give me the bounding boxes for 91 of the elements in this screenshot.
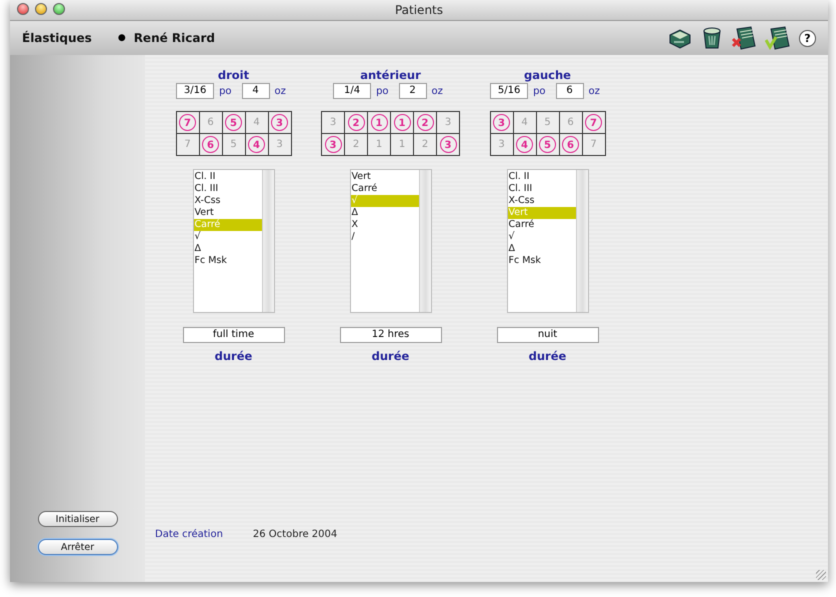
list-item[interactable]: Vert [194,207,262,219]
list-item[interactable]: √ [508,231,576,243]
zoom-button[interactable] [53,3,65,15]
tooth-number: 1 [374,138,384,152]
tooth-number: 2 [352,138,360,152]
unit-label: po [533,86,546,96]
tooth-number: 6 [566,116,575,130]
column-title: droit [218,68,250,82]
ounces-field[interactable]: 2 [398,83,427,99]
duration-label: durée [528,349,566,363]
list-item[interactable]: Vert [350,171,418,183]
tooth-cell[interactable]: 3 [268,134,290,155]
tooth-cell[interactable]: 5 [222,134,244,155]
tooth-cell[interactable]: 3 [322,112,344,133]
date-value: 26 Octobre 2004 [252,529,338,540]
list-item[interactable]: Cl. II [508,171,576,183]
close-button[interactable] [17,3,29,15]
tooth-number: 3 [275,138,284,152]
tooth-number: 4 [252,116,261,130]
tooth-number: 2 [420,138,430,152]
unit-label: po [376,86,389,96]
duration-field[interactable]: nuit [496,327,598,343]
list-item[interactable]: Carré [508,219,576,231]
column-title: antérieur [360,68,421,82]
tooth-number: 4 [520,116,529,130]
tooth-cell[interactable]: 1 [368,134,390,155]
tooth-number: 5 [543,116,552,130]
list-item[interactable]: Fc Msk [508,255,576,267]
list-item[interactable]: Δ [194,243,262,255]
ounces-field[interactable]: 4 [242,83,270,99]
tooth-cell[interactable]: 6 [200,112,222,133]
tooth-number: 5 [229,138,238,152]
list-item[interactable]: Carré [350,183,418,195]
scrollbar[interactable] [418,170,430,312]
help-button[interactable]: ? [799,30,816,46]
duration-field[interactable]: 12 hres [340,327,442,343]
patient-name: René Ricard [134,31,215,45]
ounces-field[interactable]: 6 [556,83,584,99]
tooth-cell[interactable]: 3 [490,134,512,155]
tooth-number: 1 [398,138,406,152]
tooth-cell[interactable]: 7 [582,134,604,155]
duration-label: durée [214,349,252,363]
list-item[interactable]: Cl. III [194,183,262,195]
unit-label: oz [432,86,443,96]
sidebar-button[interactable]: Initialiser [38,511,118,527]
tooth-number: 3 [444,116,452,130]
trash-icon[interactable] [701,26,723,50]
tooth-cell[interactable]: 4 [514,112,536,133]
list-item[interactable]: Δ [350,207,418,219]
unit-label: po [219,86,232,96]
column-title: gauche [524,68,571,82]
tooth-cell[interactable]: 6 [560,112,582,133]
tooth-number: 6 [206,116,215,130]
list-item[interactable]: Cl. III [508,183,576,195]
list-item[interactable]: Fc Msk [194,255,262,267]
duration-field[interactable]: full time [182,327,284,343]
list-item[interactable]: X [350,219,418,231]
bullet: ● [118,33,126,43]
tooth-cell[interactable]: 5 [536,112,558,133]
list-item[interactable]: Cl. II [194,171,262,183]
tooth-cell[interactable]: 2 [345,134,367,155]
tooth-number: 3 [497,138,506,152]
tooth-cell[interactable]: 7 [176,134,198,155]
duration-label: durée [372,349,410,363]
section-title: Élastiques [22,31,92,45]
tooth-cell[interactable]: 2 [414,134,436,155]
sidebar-button[interactable]: Arrêter [38,539,118,555]
folder-check-icon[interactable] [765,26,791,50]
unit-label: oz [274,86,286,96]
tooth-number: 3 [328,116,338,130]
tooth-number: 7 [589,138,598,152]
folder-delete-icon[interactable] [731,26,757,50]
list-item[interactable]: / [350,231,418,243]
list-item[interactable]: X-Css [194,195,262,207]
date-label: Date création [155,529,223,540]
scrollbar[interactable] [262,170,274,312]
minimize-button[interactable] [35,3,47,15]
list-item[interactable]: X-Css [508,195,576,207]
tooth-cell[interactable]: 1 [391,134,413,155]
unit-label: oz [588,86,600,96]
scrollbar[interactable] [576,170,588,312]
inches-field[interactable]: 3/16 [176,83,214,99]
tooth-cell[interactable]: 4 [246,112,268,133]
inches-field[interactable]: 5/16 [490,83,528,99]
list-item[interactable]: √ [194,231,262,243]
resize-grip[interactable] [816,570,826,580]
tooth-number: 7 [183,138,192,152]
inches-field[interactable]: 1/4 [333,83,372,99]
window-title: Patients [394,3,444,17]
tooth-cell[interactable]: 3 [437,112,459,133]
list-item[interactable]: Δ [508,243,576,255]
